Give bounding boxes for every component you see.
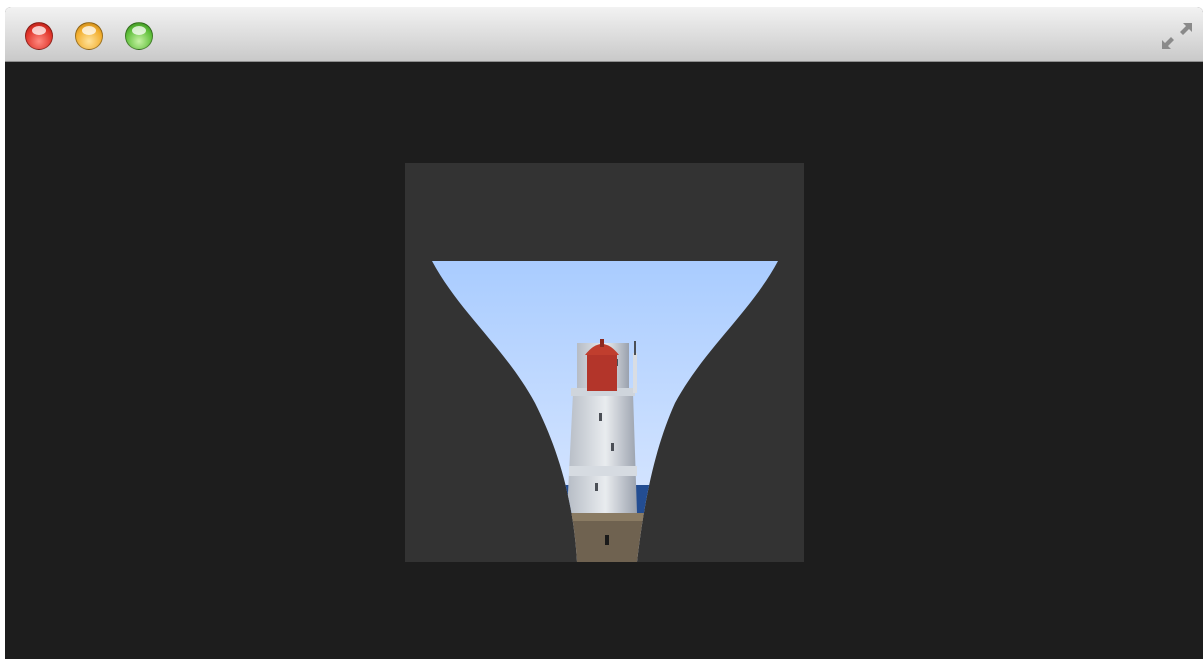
fullscreen-icon[interactable] bbox=[1159, 19, 1195, 53]
title-bar[interactable] bbox=[5, 7, 1203, 62]
image-stage bbox=[405, 163, 804, 562]
genie-effect-image bbox=[432, 261, 778, 562]
app-window bbox=[5, 7, 1203, 659]
zoom-button[interactable] bbox=[125, 22, 153, 50]
minimize-button[interactable] bbox=[75, 22, 103, 50]
close-button[interactable] bbox=[25, 22, 53, 50]
